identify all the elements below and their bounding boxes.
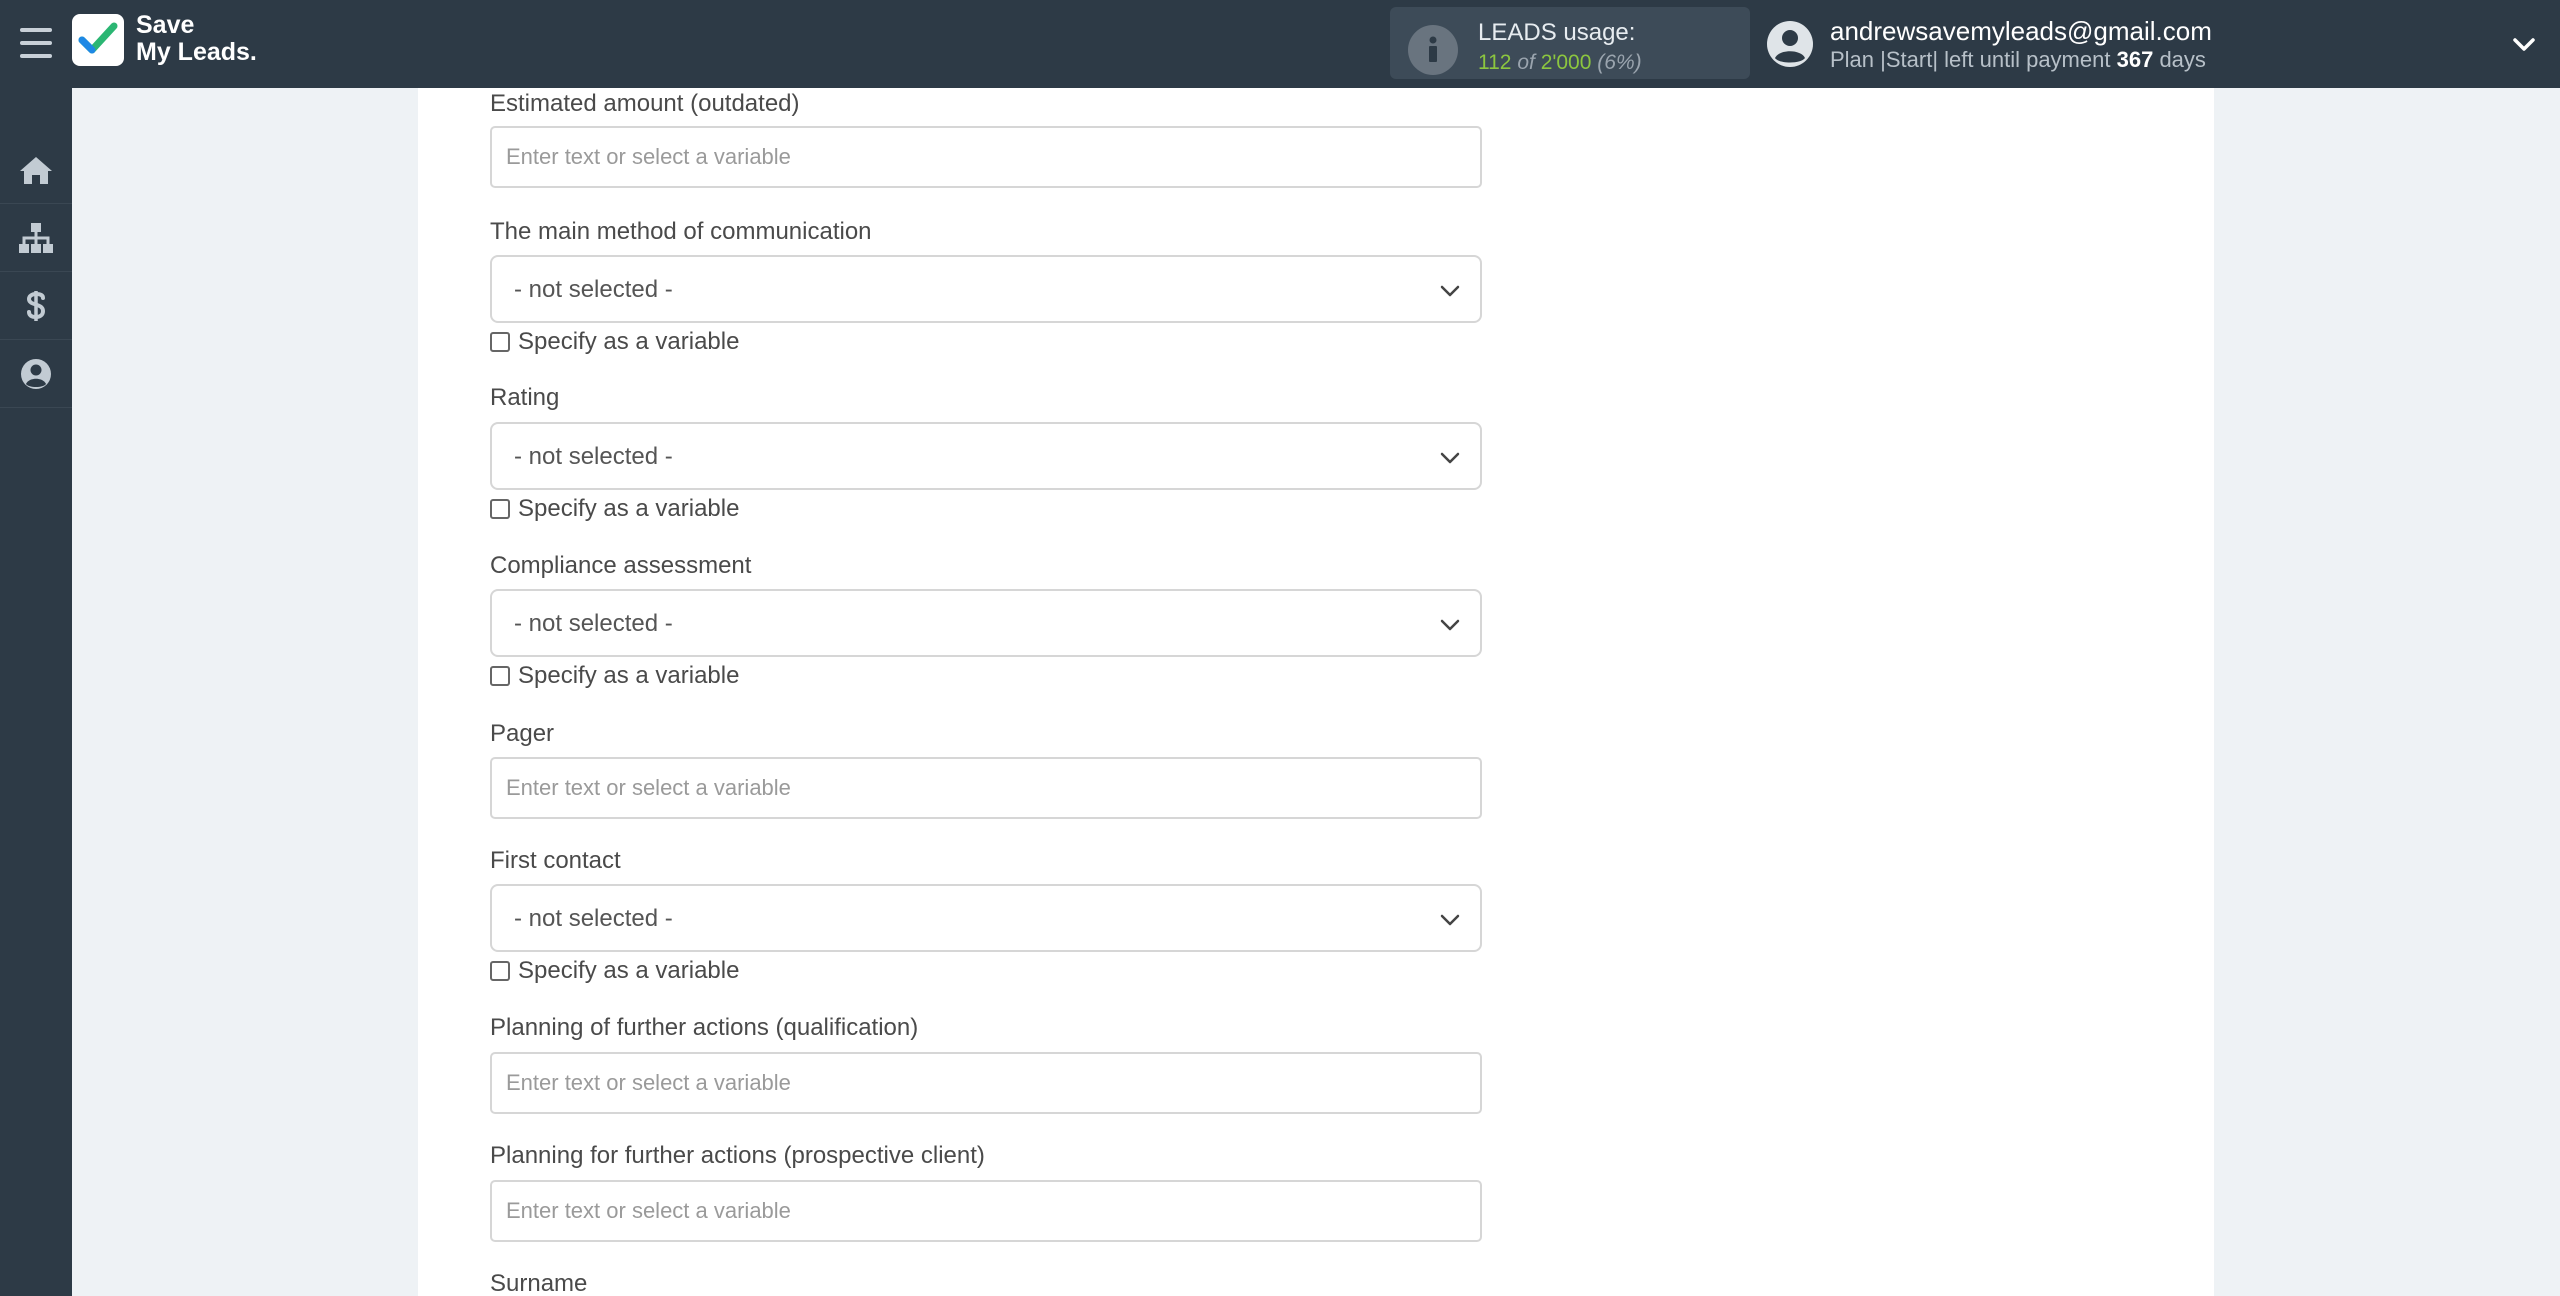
home-icon [20, 156, 52, 184]
planning-qualification-input[interactable] [490, 1052, 1482, 1114]
dollar-icon [26, 290, 46, 321]
communication-method-variable-checkbox[interactable]: Specify as a variable [490, 328, 739, 356]
label-compliance: Compliance assessment [490, 552, 752, 579]
select-value: - not selected - [514, 905, 673, 932]
first-contact-select[interactable]: - not selected - [490, 884, 1482, 952]
chevron-down-icon[interactable] [2510, 30, 2538, 58]
leads-usage-panel: LEADS usage: 112 of 2'000 (6%) [1390, 7, 1750, 79]
checkbox[interactable] [490, 666, 510, 686]
rating-variable-checkbox[interactable]: Specify as a variable [490, 495, 739, 523]
checkbox[interactable] [490, 332, 510, 352]
sidebar-item-account[interactable] [0, 340, 72, 408]
sitemap-icon [19, 222, 53, 253]
user-plan: Plan |Start| left until payment 367 days [1830, 47, 2206, 72]
label-estimated-amount: Estimated amount (outdated) [490, 90, 800, 117]
chevron-down-icon [1440, 914, 1460, 926]
compliance-variable-checkbox[interactable]: Specify as a variable [490, 662, 739, 690]
menu-toggle-icon[interactable] [20, 28, 52, 58]
chevron-down-icon [1440, 619, 1460, 631]
label-planning-prospective: Planning for further actions (prospectiv… [490, 1142, 985, 1169]
user-circle-icon [21, 358, 51, 389]
usage-count: 112 of 2'000 (6%) [1478, 51, 1642, 74]
label-surname: Surname [490, 1270, 588, 1296]
sidebar-item-connections[interactable] [0, 204, 72, 272]
sidebar [0, 88, 72, 1296]
compliance-select[interactable]: - not selected - [490, 589, 1482, 657]
select-value: - not selected - [514, 443, 673, 470]
rating-select[interactable]: - not selected - [490, 422, 1482, 490]
main-panel: Estimated amount (outdated) The main met… [418, 88, 2214, 1296]
estimated-amount-input[interactable] [490, 126, 1482, 188]
usage-title: LEADS usage: [1478, 19, 1636, 46]
label-pager: Pager [490, 720, 555, 747]
label-rating: Rating [490, 384, 560, 411]
first-contact-variable-checkbox[interactable]: Specify as a variable [490, 957, 739, 985]
checkbox[interactable] [490, 961, 510, 981]
avatar[interactable] [1766, 20, 1814, 68]
sidebar-item-home[interactable] [0, 136, 72, 204]
top-bar: Save My Leads. LEADS usage: 112 of 2'000… [0, 0, 2560, 88]
pager-input[interactable] [490, 757, 1482, 819]
label-first-contact: First contact [490, 847, 621, 874]
sidebar-item-billing[interactable] [0, 272, 72, 340]
select-value: - not selected - [514, 610, 673, 637]
chevron-down-icon [1440, 452, 1460, 464]
info-icon[interactable] [1408, 25, 1458, 75]
select-value: - not selected - [514, 276, 673, 303]
label-communication-method: The main method of communication [490, 218, 872, 245]
communication-method-select[interactable]: - not selected - [490, 255, 1482, 323]
user-email: andrewsavemyleads@gmail.com [1830, 16, 2212, 46]
label-planning-qualification: Planning of further actions (qualificati… [490, 1014, 919, 1041]
brand-name: Save My Leads. [136, 11, 257, 66]
logo-icon[interactable] [72, 14, 124, 66]
checkbox[interactable] [490, 499, 510, 519]
planning-prospective-input[interactable] [490, 1180, 1482, 1242]
chevron-down-icon [1440, 285, 1460, 297]
